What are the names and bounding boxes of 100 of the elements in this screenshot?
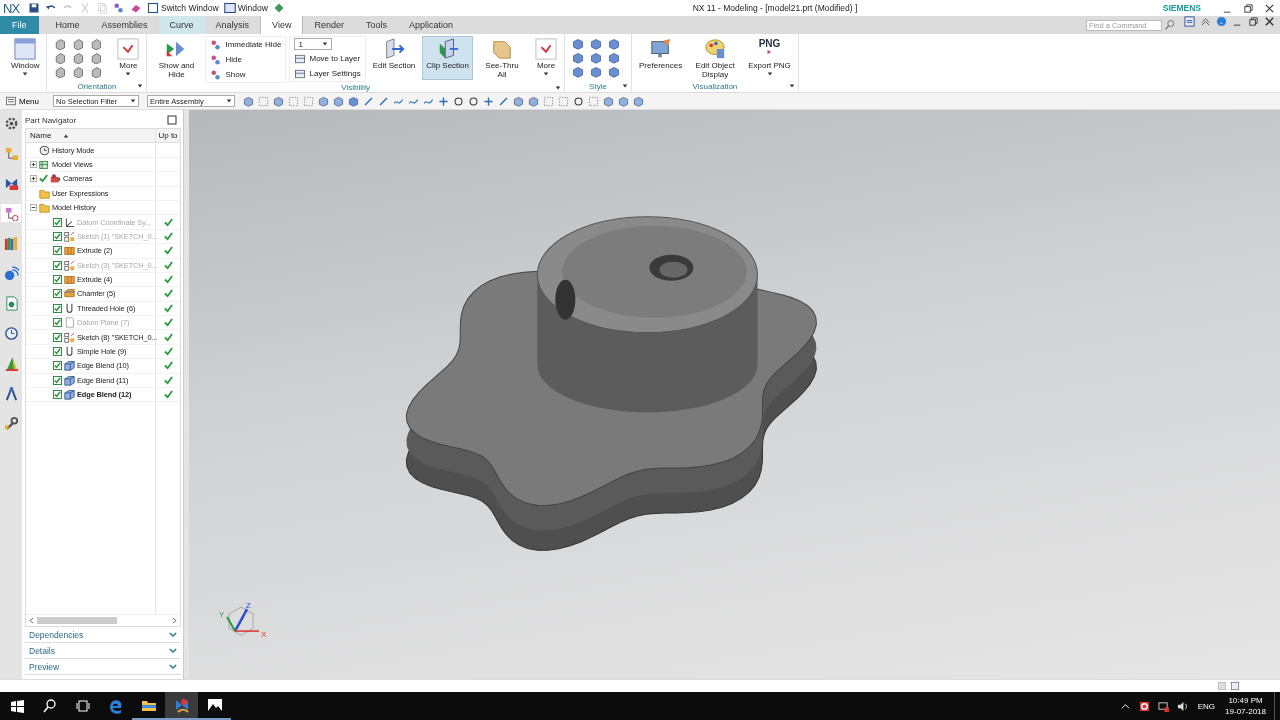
view-orientation-icon[interactable] — [54, 66, 67, 78]
ribbon-button[interactable]: Clip Section — [422, 36, 473, 80]
checkbox[interactable] — [53, 361, 62, 371]
ribbon-options-icon[interactable] — [1184, 16, 1195, 27]
ribbon-tab[interactable]: Render — [303, 16, 355, 34]
collapsible-panel[interactable]: Details — [25, 643, 181, 659]
line-icon[interactable] — [378, 95, 389, 107]
chevron-icon[interactable] — [169, 647, 177, 654]
ribbon-tab[interactable]: Application — [398, 16, 464, 34]
column-header[interactable]: Up to — [156, 129, 180, 143]
ribbon-button[interactable]: See-Thru All — [476, 36, 528, 80]
shaded-cube-icon[interactable] — [572, 52, 584, 64]
network-icon[interactable] — [1157, 700, 1169, 712]
shaded-cube-icon[interactable] — [572, 66, 584, 78]
ribbon-tab[interactable]: View — [260, 16, 304, 34]
save-icon[interactable] — [28, 2, 41, 14]
ribbon-button[interactable]: PNG Export PNG — [744, 36, 795, 80]
ribbon-tab[interactable]: Curve — [158, 16, 205, 34]
expander-icon[interactable] — [30, 204, 37, 212]
part-icon[interactable] — [1, 204, 21, 222]
checkbox[interactable] — [53, 246, 62, 256]
cube-icon[interactable] — [513, 95, 524, 107]
language-indicator[interactable]: ENG — [1197, 701, 1216, 711]
view-orientation-icon[interactable] — [72, 38, 85, 50]
collapse-icon[interactable] — [1200, 16, 1211, 27]
point-icon[interactable] — [438, 95, 449, 107]
checkbox[interactable] — [53, 318, 62, 328]
ribbon-button[interactable]: More — [113, 36, 144, 80]
shaded-cube-icon[interactable] — [590, 52, 602, 64]
volume-icon[interactable] — [1176, 700, 1188, 712]
collapsible-panel[interactable]: Dependencies — [25, 627, 181, 643]
ribbon-tab[interactable]: Assemblies — [90, 16, 159, 34]
ribbon-button[interactable]: More — [531, 36, 561, 80]
ribbon-command[interactable]: Layer Settings — [294, 67, 361, 80]
ribbon-tab[interactable]: Tools — [354, 16, 398, 34]
checkbox[interactable] — [53, 289, 62, 299]
cube-icon[interactable] — [243, 95, 254, 107]
collapsible-panel[interactable]: Preview — [25, 659, 181, 675]
shaded-cube-icon[interactable] — [608, 38, 620, 50]
line-icon[interactable] — [498, 95, 509, 107]
view-orientation-icon[interactable] — [72, 66, 85, 78]
ribbon-button[interactable]: Show and Hide — [150, 36, 203, 80]
layer-dropdown[interactable]: 1 — [294, 38, 333, 50]
ribbon-command[interactable]: Move to Layer — [294, 52, 361, 65]
checkbox[interactable] — [53, 231, 62, 241]
chevron-icon[interactable] — [169, 631, 177, 638]
restore-icon[interactable] — [1248, 16, 1259, 27]
diamond-icon[interactable] — [272, 2, 285, 14]
caret-icon[interactable] — [622, 83, 628, 89]
checkbox[interactable] — [53, 303, 62, 313]
shaded-cube-icon[interactable] — [590, 66, 602, 78]
circle-icon[interactable] — [468, 95, 479, 107]
cube-icon[interactable] — [633, 95, 644, 107]
knob-model-drawing[interactable] — [405, 216, 817, 551]
ribbon-tab[interactable]: File — [0, 16, 39, 34]
shaded-cube-icon[interactable] — [348, 95, 359, 107]
shaded-cube-icon[interactable] — [608, 66, 620, 78]
help-icon[interactable] — [1216, 16, 1227, 27]
cube-icon[interactable] — [333, 95, 344, 107]
cube-icon[interactable] — [273, 95, 284, 107]
checkbox[interactable] — [53, 217, 62, 227]
menu-button[interactable]: Menu — [5, 95, 39, 107]
ribbon-tab[interactable]: Analysis — [204, 16, 261, 34]
ribbon-button[interactable]: Preferences — [635, 36, 687, 80]
maximize-icon[interactable] — [166, 114, 178, 126]
cube-icon[interactable] — [618, 95, 629, 107]
ribbon-command[interactable]: Hide — [210, 53, 282, 66]
expander-icon[interactable] — [30, 160, 37, 168]
close-icon[interactable] — [1264, 16, 1275, 27]
checkbox[interactable] — [53, 260, 62, 270]
chevron-icon[interactable] — [169, 663, 177, 670]
shaded-cube-icon[interactable] — [572, 38, 584, 50]
cube-icon[interactable] — [603, 95, 614, 107]
fullscreen-icon[interactable] — [1230, 681, 1240, 691]
circle-icon[interactable] — [573, 95, 584, 107]
cube-icon[interactable] — [318, 95, 329, 107]
scroll-right-icon[interactable] — [172, 617, 177, 624]
app-logo[interactable]: NX — [3, 0, 20, 16]
nx-app-icon[interactable] — [165, 692, 198, 720]
view-orientation-icon[interactable] — [90, 52, 103, 64]
point-icon[interactable] — [483, 95, 494, 107]
sort-icon[interactable] — [63, 132, 70, 139]
circle-icon[interactable] — [453, 95, 464, 107]
ribbon-tab[interactable]: Home — [44, 16, 91, 34]
expander-icon[interactable] — [30, 175, 37, 183]
shaded-cube-icon[interactable] — [608, 52, 620, 64]
checkbox[interactable] — [53, 390, 62, 400]
restore-icon[interactable] — [1243, 2, 1254, 14]
ribbon-command[interactable]: Immediate Hide — [210, 38, 282, 51]
caret-icon[interactable] — [788, 83, 795, 89]
horizontal-scrollbar[interactable] — [26, 614, 180, 626]
line-icon[interactable] — [363, 95, 374, 107]
q-app-icon[interactable] — [1138, 700, 1150, 712]
ribbon-command[interactable]: Show — [210, 68, 282, 81]
view-orientation-icon[interactable] — [90, 66, 103, 78]
cube-icon[interactable] — [528, 95, 539, 107]
ribbon-button[interactable]: Window — [7, 36, 44, 80]
checkbox[interactable] — [53, 275, 62, 285]
switch-window-button[interactable]: Switch Window — [147, 2, 219, 14]
checkbox[interactable] — [53, 332, 62, 342]
